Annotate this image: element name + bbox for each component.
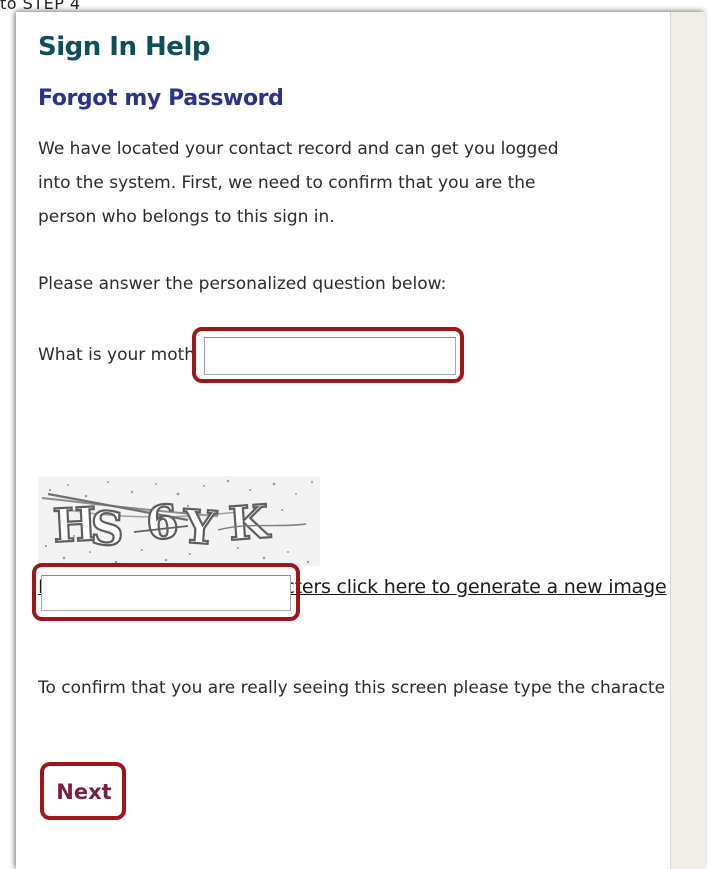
svg-text:Y: Y — [180, 499, 219, 555]
svg-text:K: K — [227, 494, 273, 551]
captcha-graphic: H S 6 Y K — [38, 476, 320, 566]
captcha-highlight-box — [32, 563, 300, 621]
next-highlight-box — [40, 762, 126, 820]
intro-line: We have located your contact record and … — [38, 139, 559, 159]
svg-text:S: S — [90, 501, 125, 556]
sign-in-help-panel: Sign In Help Forgot my Password We have … — [16, 12, 670, 869]
captcha-image: H S 6 Y K — [38, 476, 320, 566]
right-side-panel — [670, 12, 705, 869]
browser-window: Sign In Help Forgot my Password We have … — [16, 12, 705, 869]
captcha-instruction: To confirm that you are really seeing th… — [38, 678, 666, 698]
svg-text:6: 6 — [144, 494, 181, 551]
intro-line: into the system. First, we need to confi… — [38, 173, 536, 193]
security-question-label: What is your moth — [38, 345, 196, 365]
answer-highlight-box — [192, 327, 464, 383]
section-subtitle: Forgot my Password — [38, 86, 284, 111]
page-title: Sign In Help — [38, 32, 210, 62]
intro-paragraph: We have located your contact record and … — [38, 132, 638, 234]
intro-line: person who belongs to this sign in. — [38, 207, 335, 227]
security-question-prompt: Please answer the personalized question … — [38, 274, 447, 294]
top-cropped-caption: to STEP 4 — [0, 0, 81, 13]
